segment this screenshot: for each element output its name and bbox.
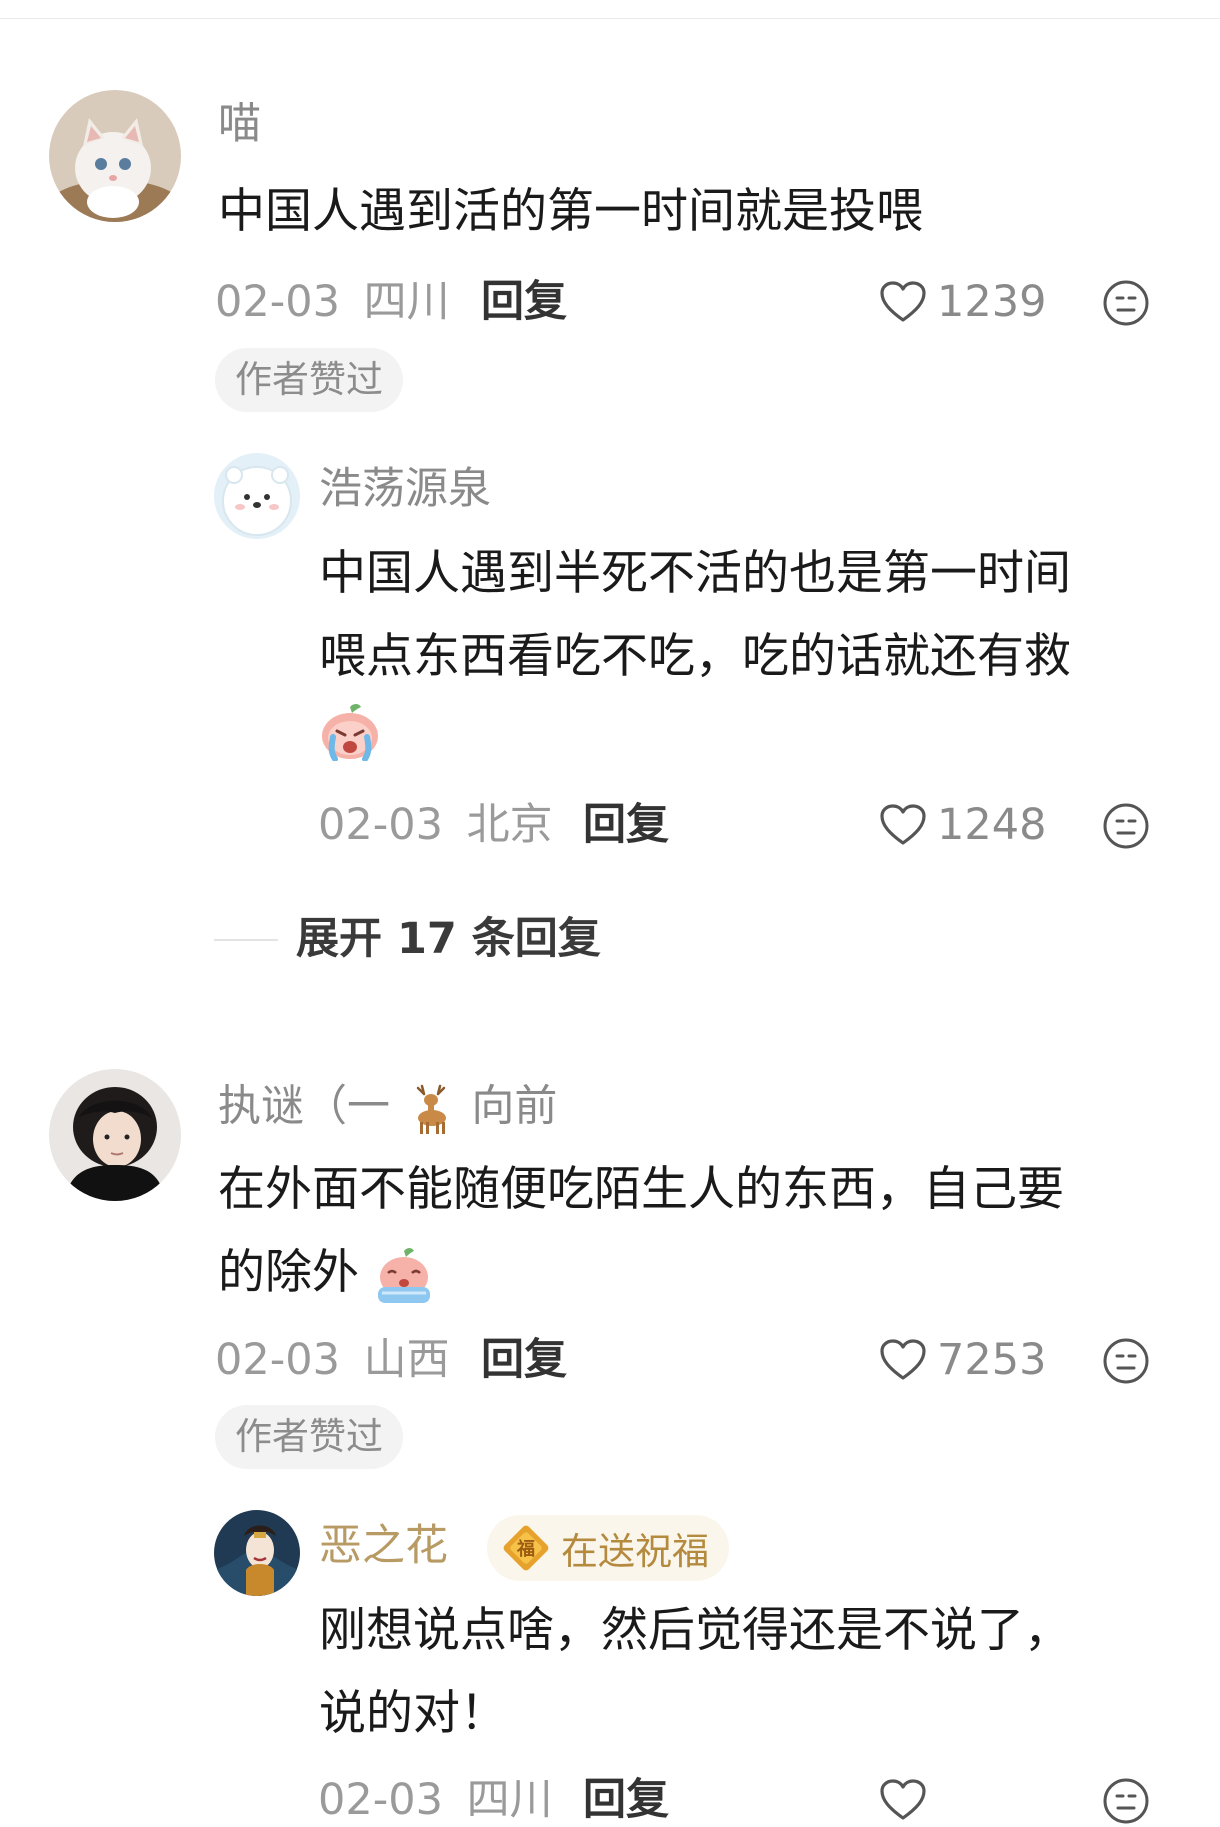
dislike-icon[interactable] [1102,802,1150,850]
reply-meta: 02-03 北京 [318,804,553,847]
bear-avatar-image [214,453,300,539]
comment-meta: 02-03 四川 [215,281,450,324]
comment-text-line-2-text: 的除外 [218,1245,359,1300]
top-divider [0,18,1220,19]
comment-text-line-2: 的除外 [218,1231,434,1314]
like-button[interactable]: 1239 [879,277,1046,327]
character-avatar-image [214,1510,300,1596]
reply-text-line-1: 中国人遇到半死不活的也是第一时间 [319,546,1071,601]
dislike-icon[interactable] [1102,1337,1150,1385]
comment-meta: 02-03 山西 [215,1339,450,1382]
like-count: 1239 [937,276,1047,327]
reply-username[interactable]: 恶之花 [319,1525,448,1568]
heart-icon [880,1339,926,1380]
heart-icon [880,281,926,322]
blessing-label: 在送祝福 [561,1530,709,1573]
comment-username[interactable]: 喵 [218,103,261,146]
avatar[interactable] [49,1069,181,1201]
comment-text-line-1: 在外面不能随便吃陌生人的东西，自己要 [218,1162,1064,1217]
like-count: 1248 [937,799,1047,850]
reply-location: 四川 [466,1775,553,1825]
person-avatar-image [49,1069,181,1201]
comment-text: 中国人遇到活的第一时间就是投喂 [218,184,923,239]
crying-peach-emoji-icon [377,1247,430,1303]
heart-icon [880,804,926,845]
reply-button[interactable]: 回复 [583,804,669,847]
expand-divider [214,939,278,941]
kitten-avatar-image [49,90,181,222]
dislike-icon[interactable] [1102,279,1150,327]
comment-location: 四川 [363,277,450,327]
crying-peach-emoji-icon [322,704,378,761]
like-button[interactable] [879,1775,927,1825]
dislike-icon[interactable] [1102,1777,1150,1825]
username-suffix: 向前 [471,1081,558,1132]
comment-username[interactable]: 执谜（一 向前 [218,1082,557,1136]
deer-emoji-icon [416,1084,446,1134]
blessing-badge[interactable]: 福 在送祝福 [487,1515,729,1581]
reply-text-line-1: 刚想说点啥，然后觉得还是不说了， [319,1603,1071,1658]
reply-meta: 02-03 四川 [318,1779,553,1822]
reply-username[interactable]: 浩荡源泉 [319,468,491,511]
reply-button[interactable]: 回复 [481,1339,567,1382]
svg-text:福: 福 [516,1538,535,1560]
reply-date: 02-03 [318,1775,443,1825]
reply-text-line-2: 说的对！ [319,1686,507,1741]
avatar[interactable] [49,90,181,222]
blessing-icon: 福 [503,1525,549,1571]
comment-date: 02-03 [215,1335,340,1385]
like-button[interactable]: 1248 [879,800,1046,850]
reply-text-line-2: 喂点东西看吃不吃，吃的话就还有救 [319,629,1071,684]
like-count: 7253 [937,1334,1047,1385]
comment-date: 02-03 [215,277,340,327]
reply-button[interactable]: 回复 [583,1779,669,1822]
reply-button[interactable]: 回复 [481,281,567,324]
author-liked-badge: 作者赞过 [215,348,403,412]
reply-avatar[interactable] [214,1510,300,1596]
heart-icon [880,1779,926,1820]
username-prefix: 执谜（一 [218,1081,390,1132]
reply-date: 02-03 [318,800,443,850]
expand-replies-button[interactable]: 展开 17 条回复 [296,918,601,961]
like-button[interactable]: 7253 [879,1335,1046,1385]
reply-location: 北京 [466,800,553,850]
author-liked-badge: 作者赞过 [215,1405,403,1469]
reply-avatar[interactable] [214,453,300,539]
comment-location: 山西 [363,1335,450,1385]
